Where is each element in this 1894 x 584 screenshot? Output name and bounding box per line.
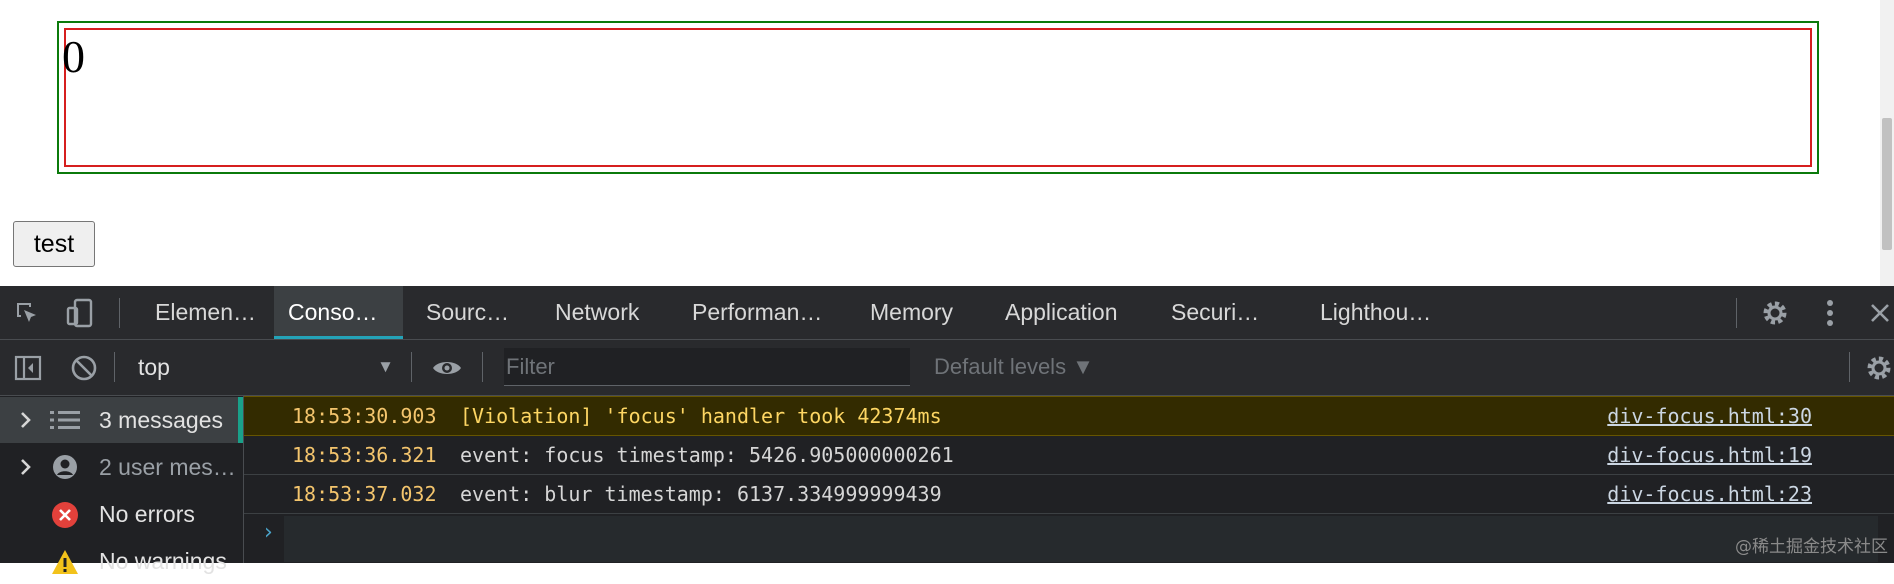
console-settings-gear-icon[interactable]: [1864, 352, 1894, 384]
log-levels-dropdown[interactable]: Default levels ▼: [934, 348, 1094, 386]
tabbar-divider: [119, 298, 120, 328]
message-source-link[interactable]: div-focus.html:19: [1607, 436, 1812, 475]
tab-memory[interactable]: Memory: [856, 286, 967, 339]
expand-chevron-icon[interactable]: [16, 457, 36, 477]
message-timestamp: 18:53:36.321: [292, 443, 437, 467]
tab-sources[interactable]: Sourc…: [412, 286, 523, 339]
message-timestamp: 18:53:30.903: [292, 404, 437, 428]
live-expression-eye-icon[interactable]: [430, 352, 464, 384]
page-scrollbar[interactable]: [1880, 0, 1894, 286]
context-select[interactable]: top ▼: [128, 346, 400, 388]
console-message: 18:53:36.321 event: focus timestamp: 542…: [244, 436, 1894, 475]
message-text: event: blur timestamp: 6137.334999999439: [460, 482, 942, 506]
sidebar-item-label: 2 user mes…: [99, 454, 236, 480]
sidebar-item-messages[interactable]: 3 messages: [0, 397, 243, 443]
warning-icon: [51, 548, 79, 576]
inspect-element-icon[interactable]: [12, 298, 42, 328]
message-source-link[interactable]: div-focus.html:30: [1607, 397, 1812, 435]
context-select-value: top: [138, 354, 170, 380]
inner-focus-div[interactable]: 0: [62, 28, 1812, 167]
filter-input[interactable]: [504, 348, 910, 386]
settings-gear-icon[interactable]: [1759, 297, 1791, 329]
tab-console[interactable]: Conso…: [274, 286, 403, 339]
dropdown-arrow-icon: ▼: [377, 357, 394, 376]
sidebar-item-label: 3 messages: [99, 407, 224, 433]
prompt-chevron-icon: ›: [264, 520, 273, 545]
expand-chevron-icon[interactable]: [16, 410, 36, 430]
devtools-tabbar: Elemen… Conso… Sourc… Network Performan……: [0, 286, 1894, 340]
message-timestamp: 18:53:37.032: [292, 482, 437, 506]
console-output: 18:53:30.903 [Violation] 'focus' handler…: [244, 396, 1894, 563]
user-icon: [52, 454, 78, 480]
console-sidebar: 3 messages 2 user mes… No errors No warn…: [0, 396, 244, 574]
message-source-link[interactable]: div-focus.html:23: [1607, 475, 1812, 514]
close-icon[interactable]: [1866, 297, 1894, 329]
toolbar-divider: [411, 352, 412, 382]
toolbar-divider: [1849, 352, 1850, 382]
sidebar-item-user-messages[interactable]: 2 user mes…: [0, 444, 243, 490]
tabbar-divider: [1736, 298, 1737, 328]
sidebar-item-warnings[interactable]: No warnings: [0, 538, 243, 584]
watermark-text: @稀土掘金技术社区: [1735, 537, 1888, 557]
counter-text: 0: [62, 31, 85, 82]
show-sidebar-icon[interactable]: [12, 352, 44, 384]
page-viewport: 0 test: [0, 0, 1894, 286]
message-text: event: focus timestamp: 5426.90500000026…: [460, 443, 954, 467]
test-button[interactable]: test: [13, 221, 95, 267]
console-toolbar: top ▼ Default levels ▼: [0, 340, 1894, 396]
sidebar-item-label: No warnings: [99, 548, 227, 574]
tab-lighthouse[interactable]: Lighthou…: [1306, 286, 1445, 339]
toolbar-divider: [482, 352, 483, 382]
console-input[interactable]: [284, 516, 1878, 562]
tab-performance[interactable]: Performan…: [678, 286, 836, 339]
tab-network[interactable]: Network: [541, 286, 653, 339]
devtools-panel: Elemen… Conso… Sourc… Network Performan……: [0, 286, 1894, 574]
sidebar-item-errors[interactable]: No errors: [0, 491, 243, 537]
page-scrollbar-thumb[interactable]: [1882, 118, 1892, 250]
more-options-icon[interactable]: [1818, 297, 1842, 329]
tab-elements[interactable]: Elemen…: [141, 286, 270, 339]
outer-div: 0: [57, 21, 1819, 174]
message-text: [Violation] 'focus' handler took 42374ms: [460, 404, 942, 428]
sidebar-item-label: No errors: [99, 501, 195, 527]
device-toolbar-icon[interactable]: [64, 297, 96, 329]
error-icon: [51, 501, 79, 529]
toolbar-divider: [114, 352, 115, 382]
console-message: 18:53:37.032 event: blur timestamp: 6137…: [244, 475, 1894, 514]
list-icon: [50, 409, 80, 431]
console-message-warning: 18:53:30.903 [Violation] 'focus' handler…: [244, 396, 1894, 436]
clear-console-icon[interactable]: [68, 352, 100, 384]
tab-application[interactable]: Application: [991, 286, 1132, 339]
console-prompt: ›: [244, 514, 1894, 563]
tab-security[interactable]: Securi…: [1157, 286, 1273, 339]
